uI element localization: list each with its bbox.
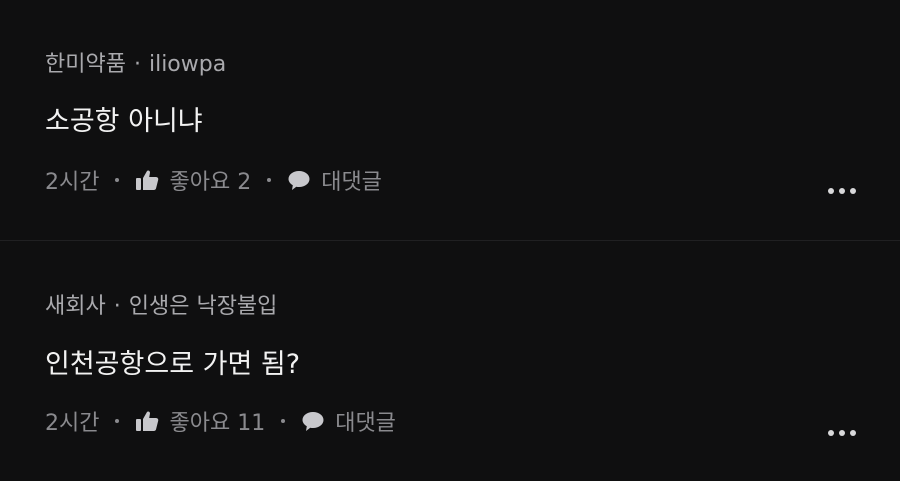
separator-dot	[115, 419, 120, 423]
author-nickname: iliowpa	[148, 52, 227, 77]
more-dots-icon	[839, 430, 845, 436]
comment-item: 한미약품 · iliowpa 소공항 아니냐 2시간 좋아요 2 대댓글	[0, 0, 900, 241]
reply-button[interactable]: 대댓글	[301, 405, 396, 437]
like-button[interactable]: 좋아요 2	[135, 164, 251, 196]
separator-dot	[115, 178, 120, 182]
author-separator: ·	[133, 52, 141, 77]
thumbs-up-icon	[136, 170, 159, 190]
author-nickname: 인생은 낙장불입	[128, 294, 278, 319]
author-company: 한미약품	[45, 52, 126, 77]
separator-dot	[281, 419, 286, 423]
comment-actions: 2시간 좋아요 11 대댓글	[45, 405, 396, 437]
more-options-button[interactable]	[828, 182, 856, 200]
comment-time: 2시간	[45, 411, 100, 436]
comment-time: 2시간	[45, 170, 100, 195]
reply-button[interactable]: 대댓글	[287, 164, 382, 196]
author-separator: ·	[113, 294, 121, 319]
comment-author[interactable]: 새회사 · 인생은 낙장불입	[45, 288, 277, 320]
like-label: 좋아요 2	[169, 170, 252, 195]
more-dots-icon	[850, 188, 856, 194]
more-dots-icon	[828, 430, 834, 436]
comment-text: 소공항 아니냐	[45, 106, 203, 137]
reply-label: 대댓글	[321, 170, 382, 195]
speech-bubble-icon	[302, 412, 324, 431]
more-options-button[interactable]	[828, 424, 856, 442]
comment-text: 인천공항으로 가면 됨?	[45, 349, 301, 380]
comment-actions: 2시간 좋아요 2 대댓글	[45, 164, 382, 196]
more-dots-icon	[828, 188, 834, 194]
thumbs-up-icon	[136, 411, 159, 431]
more-dots-icon	[839, 188, 845, 194]
comment-author[interactable]: 한미약품 · iliowpa	[45, 46, 226, 78]
like-label: 좋아요 11	[169, 411, 266, 436]
comment-item: 새회사 · 인생은 낙장불입 인천공항으로 가면 됨? 2시간 좋아요 11 대댓글	[0, 241, 900, 481]
author-company: 새회사	[45, 294, 106, 319]
speech-bubble-icon	[288, 171, 310, 190]
separator-dot	[267, 178, 272, 182]
like-button[interactable]: 좋아요 11	[135, 405, 265, 437]
reply-label: 대댓글	[335, 411, 396, 436]
more-dots-icon	[850, 430, 856, 436]
